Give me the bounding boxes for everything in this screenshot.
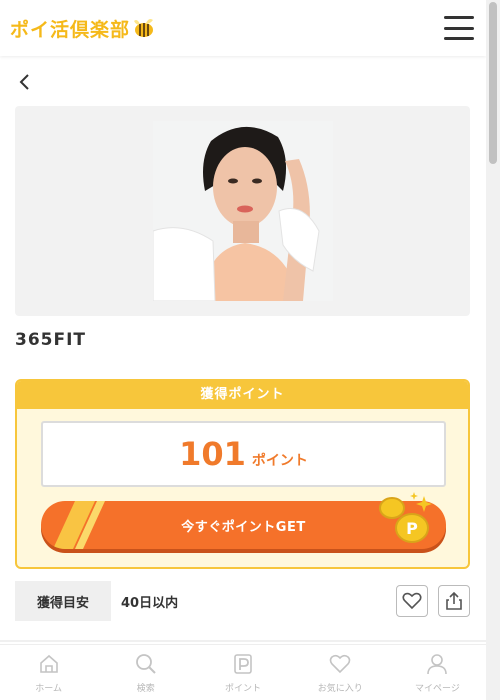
site-logo[interactable]: ポイ活倶楽部 — [10, 15, 156, 42]
nav-favorites-label: お気に入り — [317, 684, 363, 694]
site-header: ポイ活倶楽部 — [0, 0, 486, 56]
search-icon — [135, 654, 156, 674]
app-page: ポイ活倶楽部 365FIT 獲得ポイント 101 ポイント 今すぐポイントGET… — [0, 0, 500, 700]
user-icon — [427, 654, 448, 675]
chevron-left-icon[interactable] — [14, 70, 38, 94]
estimate-label: 獲得目安 — [15, 581, 111, 621]
nav-search-label: 検索 — [136, 684, 155, 694]
nav-home-label: ホーム — [35, 684, 62, 694]
heart-icon — [329, 654, 351, 674]
bottom-nav: ホーム 検索 ポイント お気に入り マイページ — [0, 644, 486, 700]
favorite-button[interactable] — [396, 585, 428, 617]
nav-home[interactable]: ホーム — [0, 645, 97, 700]
heart-icon — [402, 592, 422, 610]
points-display: 101 ポイント — [41, 421, 446, 487]
nav-mypage-label: マイページ — [415, 684, 460, 694]
hamburger-icon[interactable] — [444, 16, 474, 40]
nav-points-label: ポイント — [225, 684, 262, 694]
nav-mypage[interactable]: マイページ — [389, 645, 486, 700]
app-image-area — [15, 106, 470, 316]
app-photo — [153, 121, 333, 301]
estimate-row: 獲得目安 40日以内 — [15, 581, 470, 621]
button-stripe-decoration — [53, 501, 105, 549]
home-icon — [39, 654, 58, 673]
points-unit: ポイント — [251, 453, 308, 469]
scrollbar-thumb[interactable] — [489, 2, 497, 164]
coins-icon: P — [379, 492, 432, 543]
woman-with-towel-image — [153, 121, 333, 301]
share-icon — [446, 591, 462, 610]
nav-points[interactable]: ポイント — [194, 645, 291, 700]
estimate-value: 40日以内 — [121, 595, 179, 611]
nav-search[interactable]: 検索 — [97, 645, 194, 700]
get-points-label: 今すぐポイントGET — [181, 519, 306, 535]
nav-favorites[interactable]: お気に入り — [292, 645, 389, 700]
bee-icon — [134, 19, 154, 37]
point-icon — [234, 654, 252, 674]
share-button[interactable] — [438, 585, 470, 617]
divider — [0, 640, 486, 642]
svg-text:P: P — [406, 519, 418, 538]
points-heading: 獲得ポイント — [17, 381, 468, 409]
app-title: 365FIT — [15, 330, 87, 350]
points-value: 101 — [179, 435, 246, 473]
logo-text: ポイ活倶楽部 — [10, 18, 131, 41]
scrollbar[interactable] — [486, 0, 500, 700]
main-content: 365FIT 獲得ポイント 101 ポイント 今すぐポイントGET P 獲得目安… — [0, 56, 486, 700]
